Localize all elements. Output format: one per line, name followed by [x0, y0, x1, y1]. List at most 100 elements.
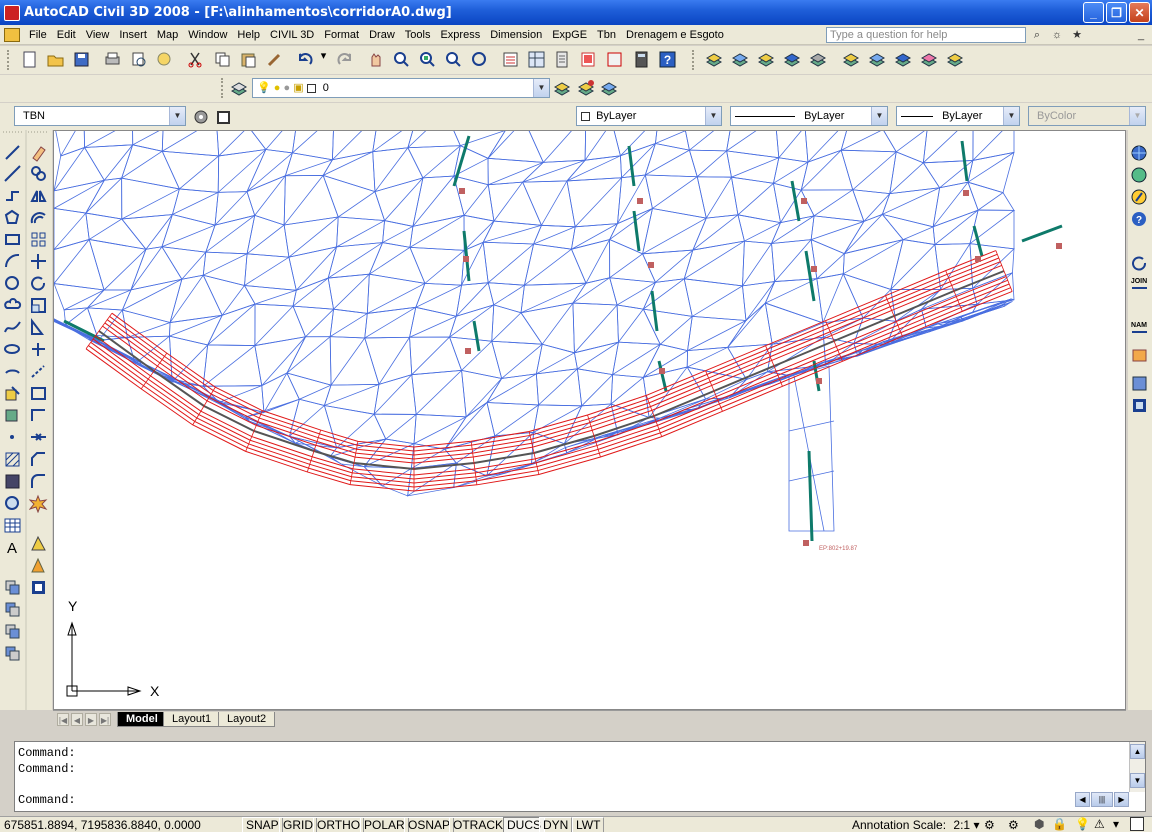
zoom-window-icon[interactable] [417, 49, 438, 70]
restore-button[interactable]: ❐ [1106, 2, 1127, 23]
plot-preview-icon[interactable] [128, 49, 149, 70]
extend-icon[interactable] [29, 362, 48, 381]
insert-block-icon[interactable] [3, 384, 22, 403]
polygon-icon[interactable] [3, 208, 22, 227]
command-hscroll[interactable]: ◀ ||| ▶ [1075, 792, 1131, 808]
hscroll-left-arrow[interactable]: ◀ [1075, 792, 1090, 807]
tool-palettes-icon[interactable] [552, 49, 573, 70]
otrack-toggle[interactable]: OTRACK [449, 817, 508, 832]
menu-expge[interactable]: ExpGE [547, 29, 592, 41]
menu-format[interactable]: Format [319, 29, 364, 41]
ortho-toggle[interactable]: ORTHO [313, 817, 365, 832]
tab-first-arrow[interactable]: |◀ [57, 713, 69, 726]
hscroll-right-arrow[interactable]: ▶ [1114, 792, 1129, 807]
layer-manager-icon[interactable] [229, 78, 250, 99]
dyn-toggle[interactable]: DYN [539, 817, 573, 832]
layer-previous-icon[interactable] [576, 78, 597, 99]
undo-dropdown-icon[interactable]: ▾ [321, 49, 329, 70]
layer-tool-3-icon[interactable] [756, 49, 777, 70]
draw-order-4-icon[interactable] [3, 644, 22, 663]
data-extract-icon[interactable] [1130, 374, 1149, 393]
offset-icon[interactable] [29, 208, 48, 227]
refresh-icon[interactable] [1130, 254, 1149, 273]
table-style-icon[interactable] [213, 107, 234, 128]
mirror-icon[interactable] [29, 186, 48, 205]
document-icon[interactable] [4, 27, 20, 42]
redo-icon[interactable] [334, 49, 355, 70]
make-block-icon[interactable] [3, 406, 22, 425]
circle-icon[interactable] [3, 274, 22, 293]
paste-icon[interactable] [238, 49, 259, 70]
layer-tool-7-icon[interactable] [867, 49, 888, 70]
favorites-icon[interactable]: ★ [1068, 27, 1086, 43]
color-dropdown[interactable]: ByLayer ▼ [576, 106, 722, 126]
text-style-dropdown[interactable]: TBN ▼ [14, 106, 186, 126]
match-properties-icon[interactable] [264, 49, 285, 70]
attribute-icon[interactable] [1130, 396, 1149, 415]
join-tool-icon[interactable]: JOIN [1129, 274, 1148, 293]
text-style-arrow[interactable]: ▼ [169, 107, 185, 125]
civil-tool-1-icon[interactable] [29, 534, 48, 553]
command-window[interactable]: Command: Command: Command: ▲ ▼ ◀ ||| ▶ [14, 741, 1146, 812]
explode-icon[interactable] [28, 494, 48, 514]
tab-last-arrow[interactable]: ▶| [99, 713, 111, 726]
zoom-extents-icon[interactable] [469, 49, 490, 70]
menu-express[interactable]: Express [435, 29, 485, 41]
lineweight-arrow[interactable]: ▼ [1003, 107, 1019, 125]
break-icon[interactable] [29, 406, 48, 425]
communication-icon[interactable]: ⚠ [1094, 817, 1105, 831]
menu-view[interactable]: View [81, 29, 115, 41]
chamfer-icon[interactable] [29, 450, 48, 469]
clean-screen-icon[interactable] [1130, 817, 1144, 831]
civil-tool-2-icon[interactable] [29, 556, 48, 575]
minimize-button[interactable]: _ [1083, 2, 1104, 23]
workspace-icon[interactable]: ⬢ [1034, 817, 1044, 831]
doc-minimize-button[interactable]: _ [1132, 27, 1150, 43]
layer-dropdown-arrow[interactable]: ▼ [533, 79, 549, 97]
array-icon[interactable] [29, 230, 48, 249]
draw-order-2-icon[interactable] [3, 600, 22, 619]
lineweight-dropdown[interactable]: ByLayer ▼ [896, 106, 1020, 126]
pan-icon[interactable] [365, 49, 386, 70]
scroll-down-arrow[interactable]: ▼ [1130, 773, 1145, 788]
grid-toggle[interactable]: GRID [279, 817, 317, 832]
layer-tool-5-icon[interactable] [808, 49, 829, 70]
coordinate-readout[interactable]: 675851.8894, 7195836.8840, 0.0000 [4, 818, 201, 832]
stretch-icon[interactable] [29, 318, 48, 337]
save-icon[interactable] [71, 49, 92, 70]
layer-tool-10-icon[interactable] [945, 49, 966, 70]
sheet-set-icon[interactable] [578, 49, 599, 70]
rectangle-icon[interactable] [3, 230, 22, 249]
menu-insert[interactable]: Insert [114, 29, 152, 41]
move-icon[interactable] [29, 252, 48, 271]
scale-icon[interactable] [29, 296, 48, 315]
spline-icon[interactable] [3, 318, 22, 337]
rotate-icon[interactable] [29, 274, 48, 293]
osnap-toggle[interactable]: OSNAP [404, 817, 455, 832]
draw-order-1-icon[interactable] [3, 578, 22, 597]
compass-icon[interactable] [1130, 188, 1149, 207]
layer-tool-6-icon[interactable] [841, 49, 862, 70]
layer-tool-4-icon[interactable] [782, 49, 803, 70]
revision-cloud-icon[interactable] [3, 296, 22, 315]
multiline-text-icon[interactable]: A [3, 538, 22, 557]
hatch-icon[interactable] [3, 450, 22, 469]
new-icon[interactable] [19, 49, 40, 70]
help-search-icon[interactable]: ⌕ [1028, 27, 1046, 43]
ellipse-icon[interactable] [3, 340, 22, 359]
color-arrow[interactable]: ▼ [705, 107, 721, 125]
close-button[interactable]: ✕ [1129, 2, 1150, 23]
draw-order-3-icon[interactable] [3, 622, 22, 641]
menu-dimension[interactable]: Dimension [485, 29, 547, 41]
annotation-visibility-icon[interactable]: ⚙ [984, 818, 995, 832]
menu-civil3d[interactable]: CIVIL 3D [265, 29, 319, 41]
zoom-realtime-icon[interactable] [391, 49, 412, 70]
auto-scale-icon[interactable]: ⚙ [1008, 818, 1019, 832]
cut-icon[interactable] [185, 49, 206, 70]
calculator-icon[interactable] [631, 49, 652, 70]
linetype-dropdown[interactable]: ByLayer ▼ [730, 106, 888, 126]
communication-center-icon[interactable]: ☼ [1048, 27, 1066, 43]
trim-icon[interactable] [29, 340, 48, 359]
layer-tool-1-icon[interactable] [704, 49, 725, 70]
help-icon[interactable]: ? [657, 49, 678, 70]
